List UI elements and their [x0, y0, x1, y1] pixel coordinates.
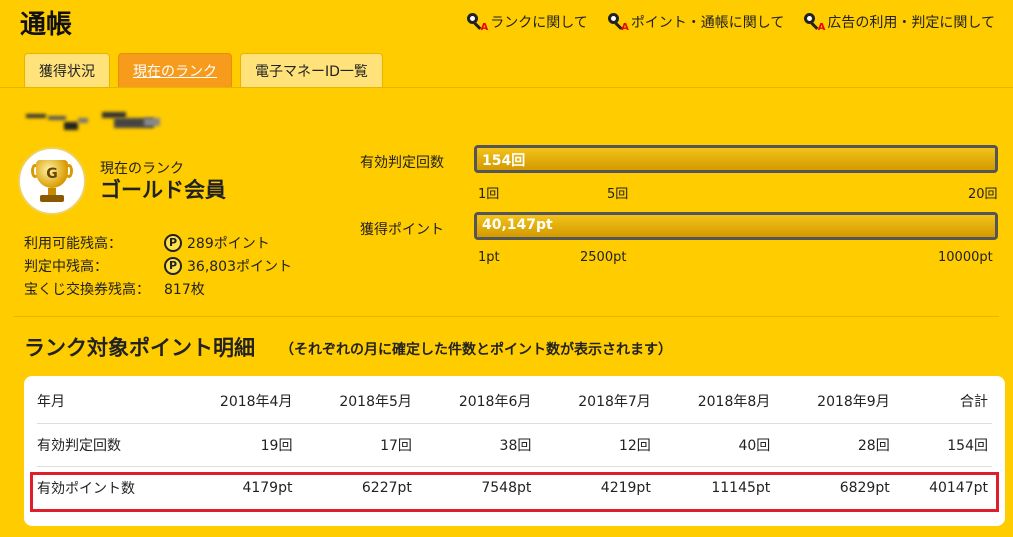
table-cell: 11145pt [711, 479, 771, 496]
table-cell: 38回 [415, 423, 536, 467]
gauge-label-judgments: 有効判定回数 [360, 155, 444, 171]
gauge-value: 40,147pt [482, 217, 553, 233]
points-table-container: 年月 2018年4月 2018年5月 2018年6月 2018年7月 2018年… [24, 376, 1005, 526]
help-magnifier-icon: A [467, 13, 488, 33]
table-row: 有効判定回数 19回 17回 38回 12回 40回 28回 154回 [37, 423, 992, 467]
balance-value: 36,803ポイント [187, 258, 292, 275]
table-cell: 17回 [296, 423, 416, 467]
gauge-fill [477, 215, 995, 237]
gauge-bar-points: 40,147pt [474, 212, 998, 240]
help-link-label: ポイント・通帳に関して [630, 15, 785, 31]
balance-lottery: 宝くじ交換券残高： 817枚 [24, 277, 292, 300]
rank-name: ゴールド会員 [100, 178, 226, 202]
gauge-fill [477, 148, 995, 170]
table-cell: 19回 [177, 423, 297, 467]
table-cell: 4219pt [600, 479, 651, 496]
help-link-points[interactable]: A ポイント・通帳に関して [607, 12, 785, 33]
tab-current-rank[interactable]: 現在のランク [118, 53, 232, 87]
balance-label: 利用可能残高： [24, 235, 122, 252]
gauge-label-points: 獲得ポイント [360, 222, 444, 238]
point-icon: P [164, 256, 182, 275]
help-link-label: 広告の利用・判定に関して [827, 15, 995, 31]
table-cell: 12回 [535, 423, 655, 467]
table-cell: 4179pt [242, 479, 293, 496]
table-header: 2018年9月 [774, 380, 894, 424]
gauge-tick: 5回 [607, 187, 629, 202]
help-link-rank[interactable]: A ランクに関して [467, 12, 588, 33]
table-cell: 40147pt [929, 479, 988, 496]
table-header: 2018年8月 [654, 380, 775, 424]
table-header: 合計 [893, 380, 992, 424]
tab-emoney-ids[interactable]: 電子マネーID一覧 [240, 53, 383, 87]
table-row: 有効ポイント数 4179pt 6227pt 7548pt 4219pt 1114… [37, 466, 992, 509]
section-divider [14, 316, 999, 317]
tab-bar: 獲得状況 現在のランク 電子マネーID一覧 [24, 53, 383, 87]
gauge-tick: 10000pt [938, 250, 993, 265]
balances: 利用可能残高： P 289ポイント 判定中残高： P 36,803ポイント 宝く… [24, 231, 292, 300]
section-subtitle: （それぞれの月に確定した件数とポイント数が表示されます） [280, 342, 672, 358]
points-table: 年月 2018年4月 2018年5月 2018年6月 2018年7月 2018年… [37, 380, 992, 509]
balance-pending: 判定中残高： P 36,803ポイント [24, 254, 292, 277]
table-cell: 6227pt [361, 479, 412, 496]
table-header: 年月 [37, 380, 177, 424]
table-cell: 有効判定回数 [37, 423, 177, 467]
gauge-bar-judgments: 154回 [474, 145, 998, 173]
table-cell: 7548pt [481, 479, 532, 496]
gauge-tick: 2500pt [580, 250, 627, 265]
gold-trophy-icon: G [18, 147, 86, 215]
balance-label: 判定中残高： [24, 258, 108, 275]
table-cell: 6829pt [839, 479, 890, 496]
tab-divider [0, 87, 1013, 88]
help-magnifier-icon: A [804, 13, 825, 33]
point-icon: P [164, 233, 182, 252]
table-header-row: 年月 2018年4月 2018年5月 2018年6月 2018年7月 2018年… [37, 380, 992, 424]
gauge-value: 154回 [482, 153, 526, 169]
balance-available: 利用可能残高： P 289ポイント [24, 231, 292, 254]
redacted-username [26, 106, 166, 134]
tab-earnings[interactable]: 獲得状況 [24, 53, 110, 87]
table-header: 2018年6月 [415, 380, 536, 424]
table-cell: 40回 [654, 423, 775, 467]
gauge-tick: 1pt [478, 250, 500, 265]
table-cell: 154回 [893, 423, 992, 467]
gauge-tick: 20回 [968, 187, 998, 202]
section-title: ランク対象ポイント明細 [24, 336, 255, 360]
help-magnifier-icon: A [607, 13, 629, 33]
help-link-ads[interactable]: A 広告の利用・判定に関して [804, 12, 995, 33]
balance-value: 817枚 [164, 281, 205, 298]
balance-label: 宝くじ交換券残高： [24, 281, 150, 298]
gauge-tick: 1回 [478, 187, 500, 202]
help-links: A ランクに関して A ポイント・通帳に関して A 広告の利用・判定に関して [467, 12, 995, 33]
table-header: 2018年7月 [535, 380, 655, 424]
table-header: 2018年4月 [177, 380, 297, 424]
table-header: 2018年5月 [296, 380, 416, 424]
table-cell: 28回 [774, 423, 894, 467]
balance-value: 289ポイント [187, 235, 270, 252]
table-cell: 有効ポイント数 [37, 480, 135, 497]
trophy-letter: G [36, 160, 68, 188]
help-link-label: ランクに関して [490, 15, 588, 31]
page-title: 通帳 [20, 10, 73, 40]
